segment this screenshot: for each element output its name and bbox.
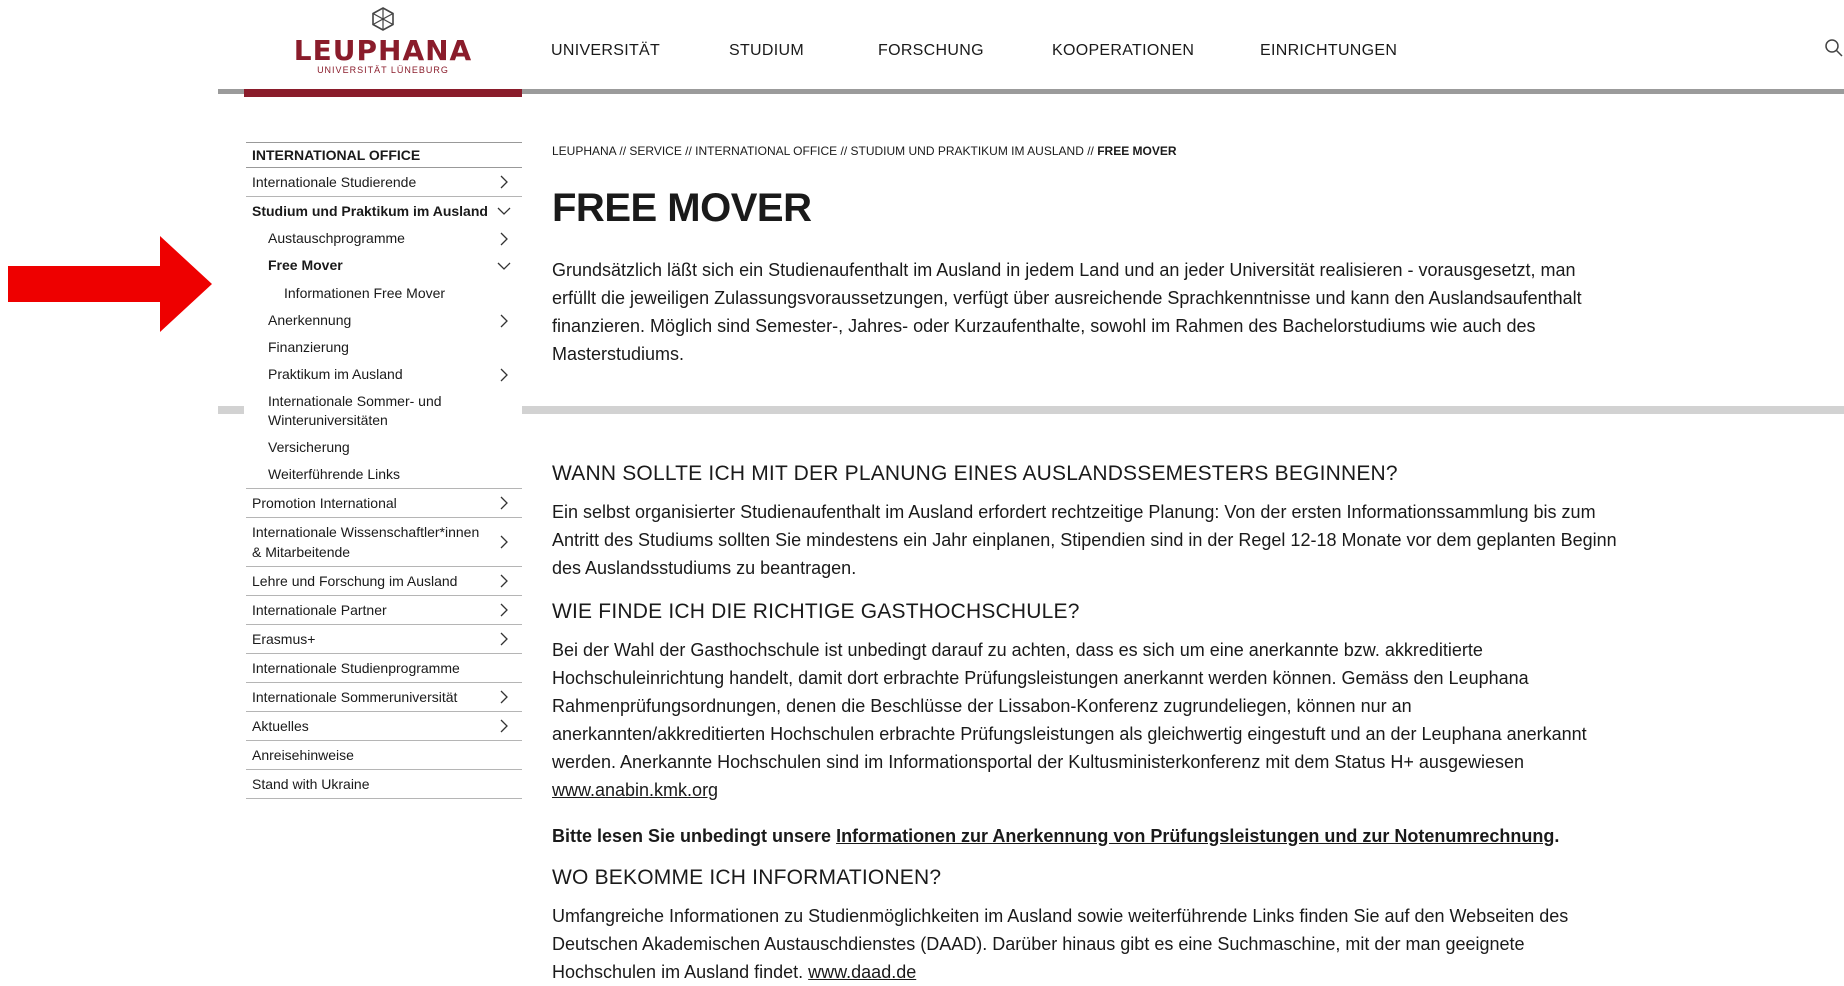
chevron-down-icon (497, 262, 511, 270)
red-arrow-annotation (8, 236, 212, 337)
sidebar-item-aktuelles[interactable]: Aktuelles (246, 712, 522, 741)
breadcrumb-current: FREE MOVER (1097, 144, 1177, 158)
sidebar-item-lehre-forschung[interactable]: Lehre und Forschung im Ausland (246, 567, 522, 596)
daad-link[interactable]: www.daad.de (808, 962, 916, 982)
sidebar-item-free-mover[interactable]: Free Mover (246, 252, 522, 279)
sidebar-nav: INTERNATIONAL OFFICE Internationale Stud… (246, 142, 522, 799)
sidebar-item-praktikum-im-ausland[interactable]: Praktikum im Ausland (246, 361, 522, 388)
sidebar-item-versicherung[interactable]: Versicherung (246, 434, 522, 461)
sidebar-item-sommeruniversitaet[interactable]: Internationale Sommeruniversität (246, 683, 522, 712)
chevron-down-icon (497, 207, 511, 215)
nav-universitaet[interactable]: UNIVERSITÄT (551, 42, 660, 60)
sidebar-item-anerkennung[interactable]: Anerkennung (246, 307, 522, 334)
site-header: LEUPHANA UNIVERSITÄT LÜNEBURG UNIVERSITÄ… (0, 0, 1844, 100)
chevron-right-icon (500, 535, 508, 549)
sidebar-item-finanzierung[interactable]: Finanzierung (246, 334, 522, 361)
sidebar-item-internationale-partner[interactable]: Internationale Partner (246, 596, 522, 625)
header-accent-bar (244, 89, 522, 97)
anerkennung-link[interactable]: Informationen zur Anerkennung von Prüfun… (836, 826, 1554, 846)
sidebar-item-internationale-studierende[interactable]: Internationale Studierende (246, 168, 522, 197)
section-text-informationen: Umfangreiche Informationen zu Studienmög… (552, 906, 1569, 982)
search-icon[interactable] (1824, 38, 1844, 58)
breadcrumb-path[interactable]: LEUPHANA // SERVICE // INTERNATIONAL OFF… (552, 144, 1097, 158)
section-text-planung: Ein selbst organisierter Studienaufentha… (552, 502, 1617, 578)
sidebar-item-stand-with-ukraine[interactable]: Stand with Ukraine (246, 770, 522, 799)
nav-kooperationen[interactable]: KOOPERATIONEN (1052, 42, 1194, 60)
sidebar-item-informationen-free-mover[interactable]: Informationen Free Mover (246, 279, 522, 307)
chevron-right-icon (500, 368, 508, 381)
chevron-right-icon (500, 232, 508, 245)
page-title: FREE MOVER (552, 186, 812, 230)
cube-logo-icon (288, 6, 478, 36)
notice-paragraph: Bitte lesen Sie unbedingt unsere Informa… (552, 826, 1560, 846)
leuphana-logo[interactable]: LEUPHANA UNIVERSITÄT LÜNEBURG (288, 6, 478, 75)
anabin-link[interactable]: www.anabin.kmk.org (552, 780, 718, 800)
sidebar-item-wissenschaftler[interactable]: Internationale Wissenschaftler*innen & M… (246, 518, 522, 567)
chevron-right-icon (500, 632, 508, 646)
chevron-right-icon (500, 690, 508, 704)
section-heading-planung: Wann sollte ich mit der Planung eines Au… (552, 462, 1398, 485)
nav-studium[interactable]: STUDIUM (729, 42, 804, 60)
chevron-right-icon (500, 574, 508, 588)
chevron-right-icon (500, 175, 508, 189)
sidebar-item-promotion-international[interactable]: Promotion International (246, 489, 522, 518)
sidebar-item-erasmus[interactable]: Erasmus+ (246, 625, 522, 654)
sidebar-item-austauschprogramme[interactable]: Austauschprogramme (246, 225, 522, 252)
sidebar-title: INTERNATIONAL OFFICE (246, 142, 522, 168)
chevron-right-icon (500, 603, 508, 617)
logo-wordmark: LEUPHANA (293, 34, 473, 67)
section-text-gasthochschule: Bei der Wahl der Gasthochschule ist unbe… (552, 640, 1587, 800)
nav-einrichtungen[interactable]: EINRICHTUNGEN (1260, 42, 1397, 60)
sidebar-item-studienprogramme[interactable]: Internationale Studienprogramme (246, 654, 522, 683)
section-heading-informationen: Wo bekomme ich Informationen? (552, 866, 942, 889)
sidebar-item-studium-praktikum[interactable]: Studium und Praktikum im Ausland (246, 197, 522, 225)
nav-forschung[interactable]: FORSCHUNG (878, 42, 984, 60)
sidebar-item-anreisehinweise[interactable]: Anreisehinweise (246, 741, 522, 770)
section-heading-gasthochschule: Wie finde ich die richtige Gasthochschul… (552, 600, 1080, 623)
breadcrumb: LEUPHANA // SERVICE // INTERNATIONAL OFF… (552, 144, 1177, 158)
sidebar-item-weiterfuehrende-links[interactable]: Weiterführende Links (246, 461, 522, 489)
chevron-right-icon (500, 496, 508, 510)
sidebar-item-sommer-winteruniversitaeten[interactable]: Internationale Sommer- und Winterunivers… (246, 388, 522, 434)
intro-paragraph: Grundsätzlich läßt sich ein Studienaufen… (552, 260, 1582, 364)
chevron-right-icon (500, 314, 508, 327)
chevron-right-icon (500, 719, 508, 733)
